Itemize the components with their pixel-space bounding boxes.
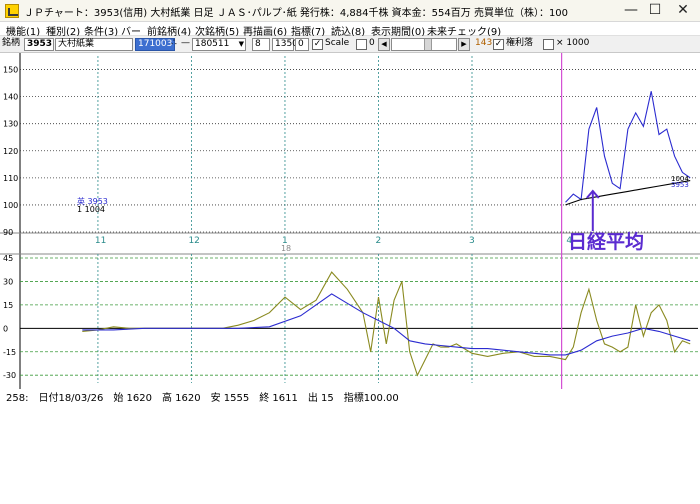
oscillator-tick-label: -30: [3, 371, 16, 380]
oscillator-tick-label: 45: [3, 254, 13, 263]
price-tick-label: 130: [3, 120, 18, 129]
chart-background: [0, 53, 700, 389]
stock-name-field[interactable]: 大村紙業: [55, 38, 133, 51]
price-tick-label: 90: [3, 228, 13, 237]
stock-label: 銘柄: [2, 38, 21, 48]
scroll-thumb[interactable]: [424, 39, 432, 50]
nikkei-annotation: 日経平均: [568, 230, 644, 253]
stock-code-input[interactable]: 3953: [24, 38, 54, 51]
time-tick-label: 3: [469, 236, 475, 246]
scale-value: 0: [369, 38, 375, 48]
date-select-value: 180511: [195, 39, 230, 49]
menu-bar: 機能(1) 種別(2) 条件(3) バー 前銘柄(4) 次銘柄(5) 再描画(6…: [0, 22, 700, 38]
title-bar: ＪＰチャート：3953(信用) 大村紙業 日足 ＪＡＳ･パルプ･紙 発行株：4,…: [0, 0, 700, 22]
scale-checkbox[interactable]: ✓: [312, 39, 323, 50]
scale-label: Scale: [325, 38, 350, 48]
period-input[interactable]: 8: [252, 38, 270, 51]
date-code-field[interactable]: 171003: [135, 38, 176, 51]
close-button[interactable]: ✕: [660, 0, 700, 22]
chart-app-icon: [5, 4, 19, 18]
dots-glyph: ∴: [171, 38, 177, 48]
ex-rights-label: 権利落: [506, 38, 534, 48]
dash-glyph: —: [181, 38, 190, 48]
scale-zero-checkbox[interactable]: [356, 39, 367, 50]
time-tick-label: 12: [188, 236, 199, 246]
oscillator-tick-label: -15: [3, 348, 16, 357]
count-number: 143: [475, 38, 493, 48]
scroll-left-icon[interactable]: ◀: [378, 38, 390, 51]
chart-area[interactable]: 9010011012013014015011 12 1 2 3 418英 39531 10…: [0, 53, 700, 389]
oscillator-tick-label: 0: [3, 324, 8, 333]
offset-input[interactable]: 0: [295, 38, 309, 51]
end-label-stock: 3953: [671, 181, 689, 189]
price-tick-label: 120: [3, 147, 18, 156]
window-title: ＪＰチャート：3953(信用) 大村紙業 日足 ＪＡＳ･パルプ･紙 発行株：4,…: [24, 8, 569, 19]
year-sublabel: 18: [281, 244, 291, 253]
date-select[interactable]: 180511 ▼: [192, 38, 246, 51]
multiplier-label: × 1000: [556, 38, 590, 48]
multiplier-checkbox[interactable]: [543, 39, 554, 50]
time-tick-label: 2: [375, 236, 381, 246]
price-tick-label: 140: [3, 93, 18, 102]
oscillator-tick-label: 15: [3, 301, 13, 310]
toolbar: 銘柄 3953 大村紙業 171003 ∴ — 180511 ▼ 8 1350 0…: [0, 36, 700, 53]
scroll-right-icon[interactable]: ▶: [458, 38, 470, 51]
status-line: 258: 日付18/03/26 始 1620 高 1620 安 1555 終 1…: [6, 393, 399, 404]
time-tick-label: 11: [95, 236, 106, 246]
scroll-track[interactable]: [391, 38, 457, 51]
ex-rights-checkbox[interactable]: ✓: [493, 39, 504, 50]
count-input[interactable]: 1350: [272, 38, 298, 51]
legend-index: 1 1004: [77, 205, 105, 214]
price-tick-label: 110: [3, 174, 18, 183]
oscillator-tick-label: 30: [3, 277, 13, 286]
price-tick-label: 100: [3, 201, 18, 210]
price-tick-label: 150: [3, 66, 18, 75]
chevron-down-icon: ▼: [238, 40, 244, 48]
